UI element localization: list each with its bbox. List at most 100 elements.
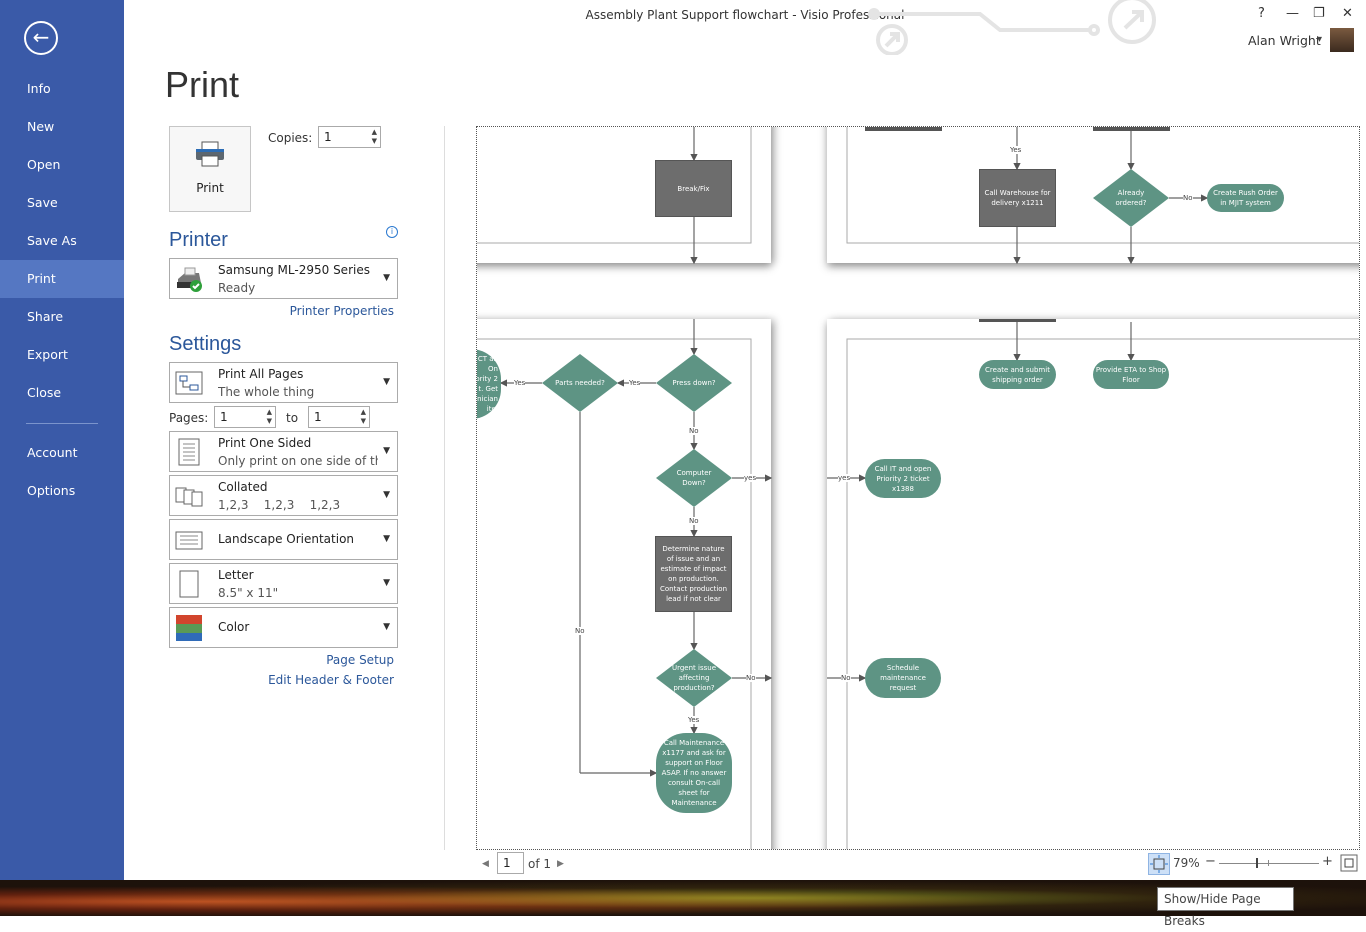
zoom-in-button[interactable]: + [1322,854,1333,869]
pages-to-value: 1 [314,410,322,424]
page-setup-link[interactable]: Page Setup [169,653,394,667]
printer-dropdown[interactable]: Samsung ML-2950 Series Ready ▼ [169,258,398,299]
zoom-out-button[interactable]: − [1205,854,1216,869]
terminator-cropped: CT an On ority 2 t. Get nician ite. [477,349,501,419]
swimlane-bar [865,127,942,131]
color-dropdown[interactable]: Color ▼ [169,607,398,648]
chevron-down-icon: ▼ [383,622,390,632]
decision-parts-needed: Parts needed? [555,379,605,387]
sides-dropdown[interactable]: Print One Sided Only print on one side o… [169,431,398,472]
connector-label: yes [744,474,757,482]
chevron-down-icon: ▼ [383,273,390,283]
printer-properties-link[interactable]: Printer Properties [169,304,394,318]
show-hide-page-breaks-button[interactable] [1148,853,1170,875]
spinner-arrows-icon[interactable]: ▲ ▼ [267,408,272,426]
sidebar-item-save-as[interactable]: Save As [0,222,124,260]
edit-header-footer-link[interactable]: Edit Header & Footer [169,673,394,687]
printer-heading: Printer [169,229,228,251]
printer-icon [196,141,224,167]
user-name[interactable]: Alan Wright [1248,33,1321,48]
to-label: to [286,411,299,425]
printer-status: Ready [218,281,256,295]
spinner-arrows-icon[interactable]: ▲ ▼ [372,128,377,146]
print-range-title: Print All Pages [218,367,304,381]
zoom-slider-thumb[interactable] [1255,858,1258,868]
sides-title: Print One Sided [218,436,312,450]
info-icon[interactable]: i [386,226,398,238]
avatar[interactable] [1330,28,1354,52]
decision-computer-down: Computer Down? [676,469,712,487]
restore-button[interactable]: ❐ [1313,6,1325,21]
spinner-arrows-icon[interactable]: ▲ ▼ [361,408,366,426]
page-number-input[interactable]: 1 [497,852,524,874]
pages-from-value: 1 [220,410,228,424]
sidebar-item-export[interactable]: Export [0,336,124,374]
chevron-down-icon: ▼ [383,578,390,588]
terminator-shipping-order: Create and submit shipping order [979,360,1056,389]
process-break-fix: Break/Fix [655,160,732,217]
sides-sub: Only print on one side of th... [218,454,378,468]
sidebar-item-account[interactable]: Account [0,434,124,472]
process-call-warehouse: Call Warehouse for delivery x1211 [979,169,1056,227]
user-menu-caret[interactable]: ▾ [1317,34,1322,45]
sidebar-item-new[interactable]: New [0,108,124,146]
connector-label: Yes [688,716,700,724]
sidebar-item-close[interactable]: Close [0,374,124,412]
decision-press-down: Press down? [672,379,716,387]
connector-label: No [689,427,699,435]
sidebar-item-open[interactable]: Open [0,146,124,184]
sidebar-item-info[interactable]: Info [0,70,124,108]
minimize-button[interactable]: — [1286,6,1299,21]
circuit-decoration [868,0,1156,55]
print-range-dropdown[interactable]: Print All Pages The whole thing ▼ [169,362,398,403]
paper-icon [179,570,199,598]
connector-label: Yes [629,379,641,387]
copies-input[interactable]: 1 ▲ ▼ [318,126,381,148]
zoom-level[interactable]: 79% [1173,856,1200,870]
connector-label: No [689,517,699,525]
paper-size-dropdown[interactable]: Letter 8.5" x 11" ▼ [169,563,398,604]
connector-label: No [1183,194,1193,202]
collate-dropdown[interactable]: Collated 1,2,3 1,2,3 1,2,3 ▼ [169,475,398,516]
back-button[interactable]: ← [24,21,58,55]
connector-label: yes [838,474,851,482]
previous-page-button[interactable]: ◀ [482,852,489,876]
fit-to-window-button[interactable] [1340,854,1358,872]
sidebar-item-print[interactable]: Print [0,260,124,298]
terminator-call-maintenance: Call Maintenance x1177 and ask for suppo… [656,733,732,813]
swimlane-bar [1093,127,1170,131]
paper-title: Letter [218,568,254,582]
zoom-slider[interactable] [1219,863,1319,864]
connector-label: Yes [1010,146,1022,154]
one-sided-icon [178,438,200,466]
process-determine-nature: Determine nature of issue and an estimat… [655,536,732,612]
paper-sub: 8.5" x 11" [218,586,279,600]
sidebar-divider [26,423,98,424]
pages-from-input[interactable]: 1 ▲ ▼ [214,406,276,428]
print-all-pages-icon [175,371,203,395]
chevron-down-icon: ▼ [383,490,390,500]
copies-label: Copies: [268,131,313,145]
chevron-down-icon: ▼ [383,534,390,544]
panel-divider [444,126,445,850]
printer-name: Samsung ML-2950 Series [218,263,370,277]
connector-label: No [575,627,585,635]
settings-heading: Settings [169,333,242,355]
help-button[interactable]: ? [1258,6,1265,21]
close-button[interactable]: ✕ [1342,6,1353,21]
orientation-dropdown[interactable]: Landscape Orientation ▼ [169,519,398,560]
print-button[interactable]: Print [169,126,251,212]
print-button-label: Print [196,181,224,195]
sidebar-item-options[interactable]: Options [0,472,124,510]
page-margin-border [846,338,1359,849]
pages-to-input[interactable]: 1 ▲ ▼ [308,406,370,428]
decision-urgent-issue: Urgent issue affecting production? [671,664,717,692]
chevron-down-icon: ▼ [383,377,390,387]
print-preview[interactable]: Break/Fix Call Warehouse for delivery x1… [476,126,1360,850]
pages-label: Pages: [169,411,209,425]
collate-sub: 1,2,3 1,2,3 1,2,3 [218,498,341,512]
sidebar-item-share[interactable]: Share [0,298,124,336]
fit-page-icon [1340,854,1358,872]
sidebar-item-save[interactable]: Save [0,184,124,222]
next-page-button[interactable]: ▶ [557,852,564,876]
